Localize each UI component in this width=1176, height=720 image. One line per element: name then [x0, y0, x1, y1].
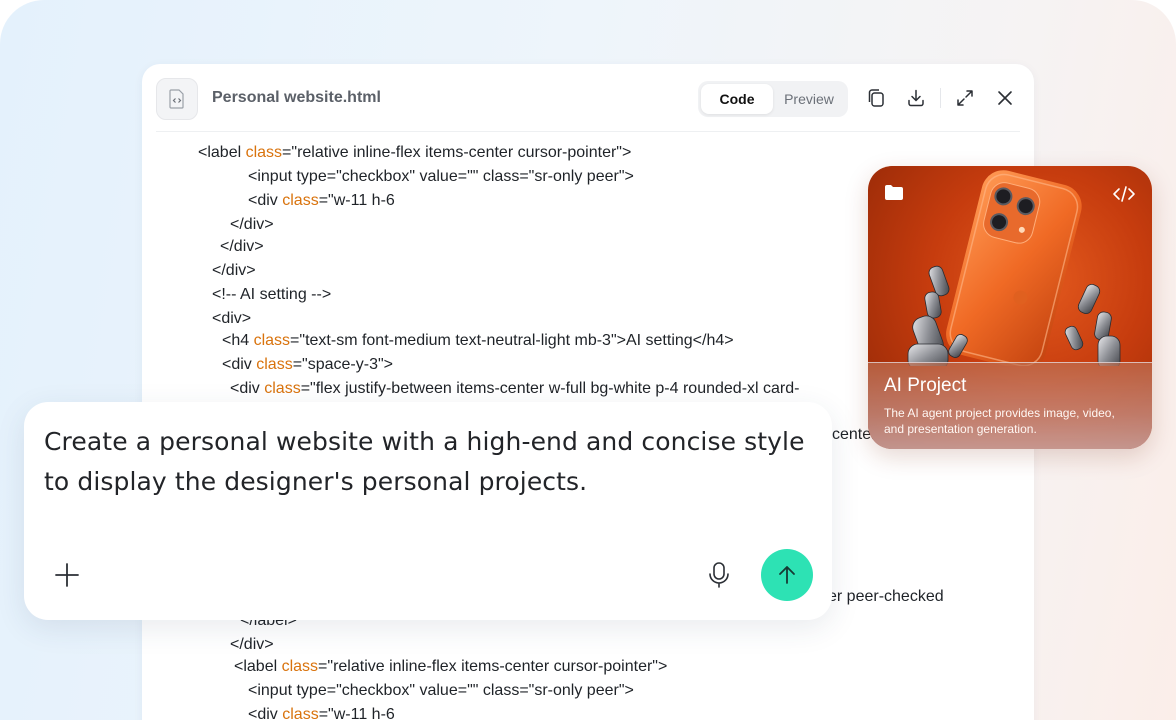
- code-text: </div>: [212, 262, 256, 279]
- code-text: ="text-sm font-medium text-neutral-light…: [290, 332, 734, 349]
- card-description: The AI agent project provides image, vid…: [884, 406, 1115, 436]
- tab-preview[interactable]: Preview: [773, 84, 845, 114]
- code-keyword: class: [282, 706, 319, 720]
- folder-icon: [885, 185, 903, 200]
- app-background: Personal website.html Code Preview <labe…: [0, 0, 1176, 720]
- editor-header: Personal website.html Code Preview: [142, 64, 1034, 134]
- code-line: <div class="space-y-3">: [222, 356, 393, 374]
- plus-icon[interactable]: [52, 560, 82, 590]
- close-icon[interactable]: [993, 86, 1017, 110]
- send-button[interactable]: [761, 549, 813, 601]
- code-keyword: class: [245, 144, 283, 161]
- code-file-icon: [156, 78, 198, 120]
- code-text: <label: [234, 658, 282, 675]
- code-line: <input type="checkbox" value="" class="s…: [248, 682, 634, 700]
- code-line: <label class="relative inline-flex items…: [198, 144, 631, 162]
- code-text: </div>: [230, 216, 274, 233]
- arrow-up-icon: [779, 566, 795, 584]
- header-separator: [156, 131, 1020, 132]
- code-text: <h4: [222, 332, 254, 349]
- code-line: <div class="w-11 h-6: [248, 192, 395, 210]
- code-text: <label: [198, 144, 246, 161]
- expand-icon[interactable]: [953, 86, 977, 110]
- copy-icon[interactable]: [864, 86, 888, 110]
- card-info-panel: AI Project The AI agent project provides…: [868, 362, 1152, 449]
- code-keyword: class: [264, 380, 301, 397]
- tab-code[interactable]: Code: [701, 84, 773, 114]
- microphone-icon[interactable]: [704, 560, 734, 590]
- code-text: ="space-y-3">: [292, 356, 393, 373]
- header-divider: [940, 88, 941, 108]
- view-toggle: Code Preview: [698, 81, 848, 117]
- code-text: <div>: [212, 310, 252, 327]
- code-keyword: class: [282, 192, 319, 209]
- code-text: er peer-checked: [828, 588, 944, 605]
- phone-robot-image: [907, 170, 1121, 366]
- card-title: AI Project: [884, 375, 967, 396]
- code-text: <input type="checkbox" value="" class="s…: [248, 168, 634, 185]
- code-line: </div>: [230, 216, 274, 234]
- code-line: </div>: [220, 238, 264, 256]
- code-text: ="w-11 h-6: [318, 192, 395, 209]
- code-line: <div class="flex justify-between items-c…: [230, 380, 799, 398]
- code-line: </div>: [230, 636, 274, 654]
- code-line: </div>: [212, 262, 256, 280]
- code-text: ="relative inline-flex items-center curs…: [318, 658, 668, 675]
- ai-project-card[interactable]: AI Project The AI agent project provides…: [868, 166, 1152, 449]
- code-text: <div: [248, 192, 283, 209]
- code-keyword: class: [281, 658, 319, 675]
- code-keyword: class: [253, 332, 291, 349]
- code-text: <!-- AI setting -->: [212, 286, 332, 303]
- code-line: <input type="checkbox" value="" class="s…: [248, 168, 634, 186]
- download-icon[interactable]: [904, 86, 928, 110]
- code-text: ="relative inline-flex items-center curs…: [282, 144, 632, 161]
- code-line: er peer-checked: [828, 588, 944, 606]
- code-line: <label class="relative inline-flex items…: [234, 658, 667, 676]
- code-line: <div>: [212, 310, 251, 328]
- code-line: <!-- AI setting -->: [212, 286, 331, 304]
- code-text: <input type="checkbox" value="" class="s…: [248, 682, 634, 699]
- file-name: Personal website.html: [212, 89, 381, 106]
- code-text: <div: [248, 706, 283, 720]
- code-line: <div class="w-11 h-6: [248, 706, 395, 720]
- code-text: <div: [222, 356, 257, 373]
- code-icon[interactable]: [1112, 184, 1136, 204]
- code-text: </div>: [230, 636, 274, 653]
- code-text: ="flex justify-between items-center w-fu…: [300, 380, 800, 397]
- prompt-box[interactable]: Create a personal website with a high-en…: [24, 402, 832, 620]
- prompt-input[interactable]: Create a personal website with a high-en…: [44, 422, 814, 502]
- code-keyword: class: [256, 356, 293, 373]
- code-line: <h4 class="text-sm font-medium text-neut…: [222, 332, 734, 350]
- code-text: </div>: [220, 238, 264, 255]
- code-text: ="w-11 h-6: [318, 706, 395, 720]
- code-text: <div: [230, 380, 265, 397]
